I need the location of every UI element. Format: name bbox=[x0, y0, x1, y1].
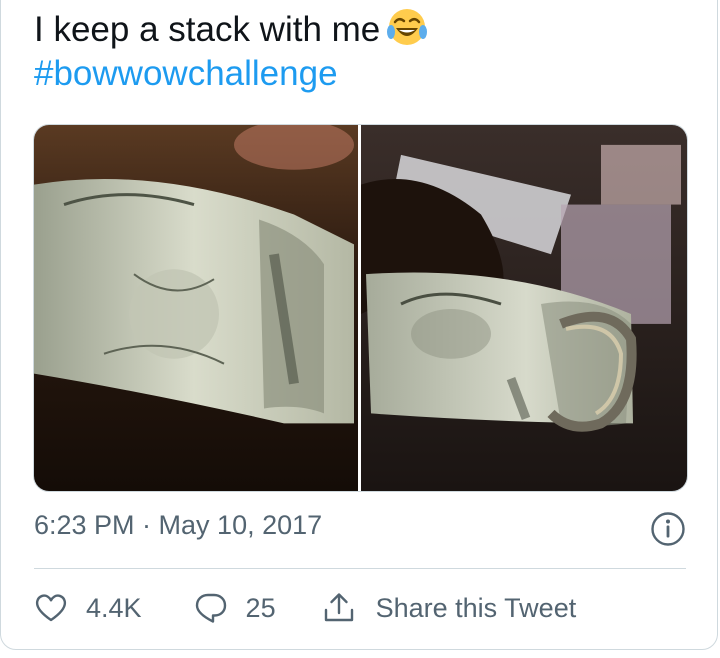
photo-folded-bills[interactable] bbox=[361, 125, 687, 491]
tears-of-joy-emoji-icon bbox=[387, 9, 428, 45]
share-label: Share this Tweet bbox=[375, 592, 577, 623]
tweet-text-line: I keep a stack with me bbox=[34, 6, 428, 52]
share-button[interactable]: Share this Tweet bbox=[322, 591, 577, 625]
tweet-text: I keep a stack with me #bowwowchallenge bbox=[34, 6, 428, 96]
media-grid bbox=[33, 124, 688, 492]
like-count: 4.4K bbox=[86, 592, 142, 623]
divider bbox=[34, 568, 686, 569]
reply-button[interactable]: 25 bbox=[194, 591, 276, 625]
reply-count: 25 bbox=[245, 592, 276, 623]
heart-icon bbox=[35, 594, 67, 622]
tweet-actions: 4.4K 25 Share this Tweet bbox=[34, 588, 576, 628]
info-icon[interactable] bbox=[650, 511, 686, 547]
hashtag-link[interactable]: #bowwowchallenge bbox=[34, 52, 428, 96]
like-button[interactable]: 4.4K bbox=[34, 591, 142, 625]
reply-icon bbox=[195, 593, 226, 623]
tweet-timestamp[interactable]: 6:23 PM · May 10, 2017 bbox=[34, 510, 322, 541]
tweet-text-main: I keep a stack with me bbox=[34, 10, 381, 49]
photo-rolled-bills[interactable] bbox=[34, 125, 358, 491]
share-icon bbox=[324, 593, 353, 622]
